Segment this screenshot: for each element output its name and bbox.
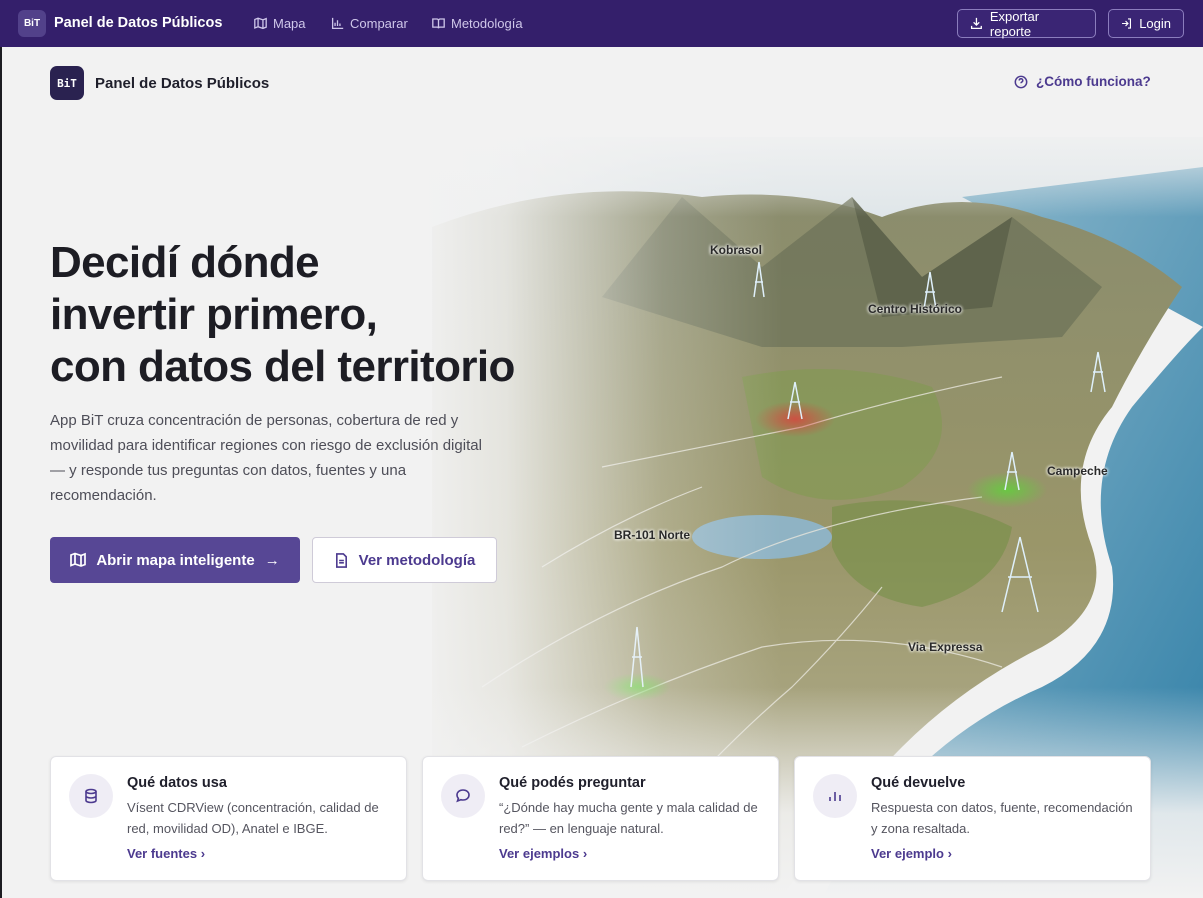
open-smart-map-label: Abrir mapa inteligente xyxy=(96,551,255,569)
map-label-centro-historico: Centro Histórico xyxy=(868,302,963,316)
view-example-link[interactable]: Ver ejemplo › xyxy=(871,846,952,861)
top-fade-overlay xyxy=(2,47,1203,217)
hero-description: App BiT cruza concentración de personas,… xyxy=(50,412,482,504)
card-text: “¿Dónde hay mucha gente y mala calidad d… xyxy=(499,800,758,836)
book-icon xyxy=(432,18,445,29)
help-circle-icon xyxy=(1014,75,1028,88)
document-icon xyxy=(335,552,347,568)
nav-item-metodologia[interactable]: Metodología xyxy=(432,0,523,47)
card-text: Respuesta con datos, fuente, recomendaci… xyxy=(871,800,1133,836)
export-report-label: Exportar reporte xyxy=(989,8,1040,39)
export-report-button[interactable]: Exportar reporte xyxy=(957,8,1096,39)
bar-chart-icon xyxy=(331,17,344,30)
hero-headline: Decidí dónde invertir primero, con datos… xyxy=(50,237,570,393)
card-title: Qué podés preguntar xyxy=(499,775,646,791)
how-it-works-link[interactable]: ¿Cómo funciona? xyxy=(1014,74,1151,89)
card-text: Vísent CDRView (concentración, calidad d… xyxy=(127,800,379,836)
card-what-it-returns: Qué devuelve Respuesta con datos, fuente… xyxy=(794,756,1151,881)
open-smart-map-button[interactable]: Abrir mapa inteligente → xyxy=(50,537,300,583)
view-methodology-label: Ver metodología xyxy=(358,551,476,569)
bar-chart-icon xyxy=(829,792,841,801)
nav-item-mapa[interactable]: Mapa xyxy=(254,0,306,47)
database-icon xyxy=(85,788,97,804)
login-button[interactable]: Login xyxy=(1108,9,1184,38)
map-label-via-expressa: Via Expressa xyxy=(908,640,983,654)
top-navigation-bar: BiT Panel de Datos Públicos Mapa Compara… xyxy=(0,0,1203,47)
headline-line: con datos del territorio xyxy=(50,342,515,391)
card-title: Qué devuelve xyxy=(871,775,966,791)
view-sources-link[interactable]: Ver fuentes › xyxy=(127,846,205,861)
app-logo[interactable]: BiT xyxy=(18,10,46,37)
map-icon xyxy=(70,552,87,567)
nav-item-comparar[interactable]: Comparar xyxy=(331,0,408,47)
nav-label: Mapa xyxy=(273,16,306,31)
download-icon xyxy=(970,17,982,29)
card-icon-wrapper xyxy=(813,774,857,818)
map-label-campeche: Campeche xyxy=(1047,464,1108,478)
view-methodology-button[interactable]: Ver metodología xyxy=(312,537,497,583)
how-it-works-label: ¿Cómo funciona? xyxy=(1036,74,1151,89)
nav-label: Metodología xyxy=(451,16,523,31)
map-label-br101-norte: BR-101 Norte xyxy=(614,528,691,542)
login-icon xyxy=(1122,18,1131,29)
chat-bubble-icon xyxy=(456,789,470,803)
arrow-right-icon: → xyxy=(264,551,280,569)
nav-label: Comparar xyxy=(350,16,408,31)
card-title: Qué datos usa xyxy=(127,775,227,791)
headline-line: Decidí dónde xyxy=(50,238,320,287)
card-what-to-ask: Qué podés preguntar “¿Dónde hay mucha ge… xyxy=(422,756,779,881)
view-examples-link[interactable]: Ver ejemplos › xyxy=(499,846,587,861)
header-logo[interactable]: BiT xyxy=(50,66,84,100)
header-title: Panel de Datos Públicos xyxy=(95,75,270,92)
login-label: Login xyxy=(1139,16,1171,31)
map-label-kobrasol: Kobrasol xyxy=(710,243,763,257)
map-icon xyxy=(254,17,267,30)
app-title[interactable]: Panel de Datos Públicos xyxy=(54,15,222,31)
headline-line: invertir primero, xyxy=(50,290,378,339)
card-data-sources: Qué datos usa Vísent CDRView (concentrac… xyxy=(50,756,407,881)
landing-page: Kobrasol Centro Histórico Campeche BR-10… xyxy=(2,47,1203,898)
card-icon-wrapper xyxy=(69,774,113,818)
card-icon-wrapper xyxy=(441,774,485,818)
